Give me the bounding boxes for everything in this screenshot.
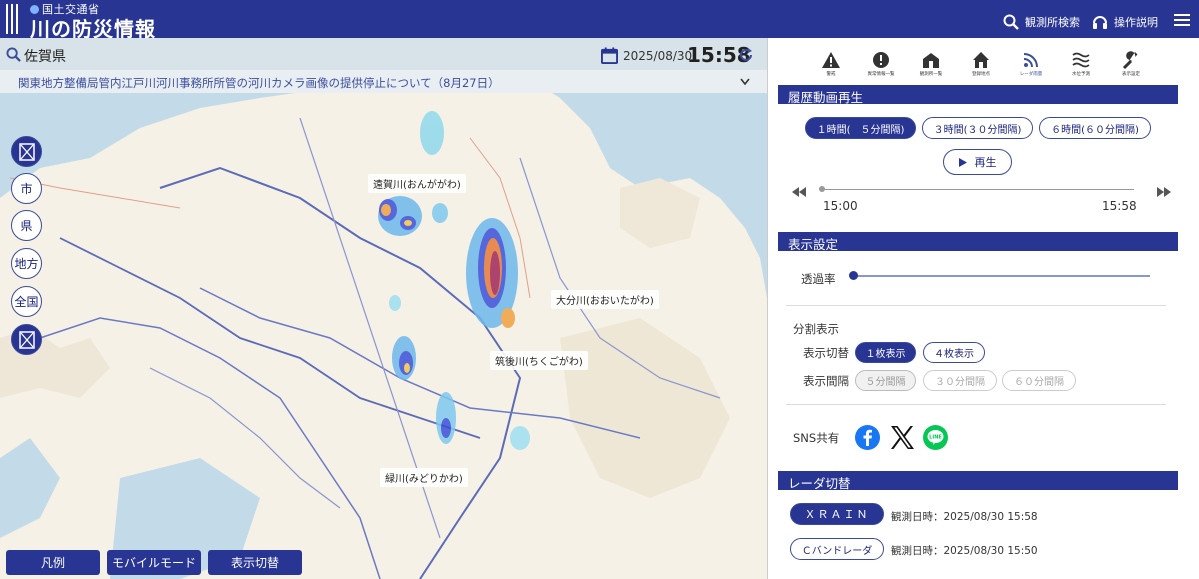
- search-icon[interactable]: [6, 47, 21, 62]
- section-header-history: 履歴動画再生: [778, 85, 1178, 105]
- toolbar-label: 警戒: [826, 72, 836, 77]
- history-6h-option[interactable]: ６時間(６０分間隔): [1039, 117, 1151, 139]
- location-bar: 佐賀県 2025/08/30 15:58: [0, 38, 767, 70]
- river-label-onga[interactable]: 遠賀川(おんががわ): [368, 174, 466, 193]
- cband-time: 観測日時：2025/08/30 15:50: [891, 545, 1038, 557]
- date-display: 2025/08/30: [623, 49, 693, 63]
- chevron-down-icon[interactable]: [740, 78, 750, 86]
- river-label-oita[interactable]: 大分川(おおいたがわ): [551, 290, 659, 309]
- rewind-icon[interactable]: [792, 187, 806, 197]
- opacity-slider-handle[interactable]: [849, 271, 858, 280]
- zoom-city-button[interactable]: 市: [11, 173, 42, 204]
- interval-30min-option[interactable]: ３０分間隔: [923, 370, 997, 391]
- toolbar-radar[interactable]: レーダ雨量: [1013, 51, 1049, 77]
- toolbar-label: 観測所一覧: [919, 72, 943, 77]
- side-panel: 警戒 異常情報一覧 観測所一覧 登録地点 レーダ雨量 水位予測 表示設定 履歴動…: [767, 38, 1199, 579]
- refresh-icon[interactable]: [738, 47, 754, 63]
- toolbar-label: 登録地点: [972, 72, 990, 77]
- opacity-label: 透過率: [801, 272, 836, 286]
- fast-forward-icon[interactable]: [1157, 187, 1171, 197]
- history-1h-option[interactable]: １時間( ５分間隔): [805, 117, 916, 139]
- app-header: 国土交通省 川の防災情報 観測所検索 操作説明: [0, 0, 1199, 41]
- toolbar-label: 異常情報一覧: [867, 72, 895, 77]
- xrain-time: 観測日時：2025/08/30 15:58: [891, 511, 1038, 523]
- zoom-prefecture-button[interactable]: 県: [11, 210, 42, 241]
- calendar-icon[interactable]: [601, 47, 618, 64]
- location-name[interactable]: 佐賀県: [24, 46, 66, 66]
- search-icon: [1003, 14, 1019, 30]
- xrain-button[interactable]: ＸＲＡＩＮ: [790, 503, 884, 525]
- layer-toggle-button[interactable]: [11, 324, 42, 355]
- home-icon: [973, 52, 989, 68]
- help-label: 操作説明: [1114, 16, 1158, 29]
- play-label: 再生: [974, 156, 997, 169]
- zoom-national-button[interactable]: 全国: [11, 286, 42, 317]
- map-view[interactable]: 遠賀川(おんががわ) 大分川(おおいたがわ) 筑後川(ちくごがわ) 緑川(みどり…: [0, 38, 767, 579]
- switch-label: 表示切替: [803, 346, 849, 360]
- toolbar-stations[interactable]: 観測所一覧: [913, 51, 949, 77]
- section-header-radar: レーダ切替: [778, 471, 1178, 491]
- divider: [786, 404, 1166, 405]
- warning-icon: [822, 52, 840, 68]
- sns-label: SNS共有: [793, 431, 840, 445]
- river-label-midori[interactable]: 緑川(みどりかわ): [380, 468, 468, 487]
- zoom-region-button[interactable]: 地方: [11, 248, 42, 279]
- hourglass-icon: [18, 330, 35, 349]
- x-twitter-icon[interactable]: [889, 425, 914, 450]
- hourglass-icon: [18, 142, 35, 161]
- opacity-slider[interactable]: [853, 275, 1150, 277]
- menu-icon[interactable]: [1174, 14, 1190, 26]
- interval-label: 表示間隔: [803, 374, 849, 388]
- timeline-handle[interactable]: [819, 186, 825, 192]
- play-button[interactable]: 再生: [943, 149, 1012, 175]
- camera-toggle-button[interactable]: [11, 136, 42, 167]
- station-icon: [923, 53, 939, 68]
- split-label: 分割表示: [793, 322, 839, 336]
- radar-icon: [1023, 53, 1038, 68]
- alert-circle-icon: [873, 52, 889, 68]
- station-search-label: 観測所検索: [1025, 16, 1080, 29]
- toolbar-water[interactable]: 水位予測: [1063, 51, 1099, 77]
- cband-button[interactable]: Ｃバンドレーダ: [790, 538, 884, 560]
- interval-5min-option[interactable]: ５分間隔: [855, 370, 916, 391]
- svg-text:LINE: LINE: [929, 435, 942, 441]
- divider: [786, 305, 1166, 306]
- water-wave-icon: [1072, 52, 1090, 68]
- toolbar-warning[interactable]: 警戒: [813, 51, 849, 77]
- mobile-mode-button[interactable]: モバイルモード: [107, 550, 201, 575]
- display-switch-button[interactable]: 表示切替: [208, 550, 302, 575]
- headset-icon: [1093, 16, 1107, 29]
- river-label-chikugo[interactable]: 筑後川(ちくごがわ): [490, 351, 588, 370]
- facebook-icon[interactable]: [855, 425, 880, 450]
- toolbar-home[interactable]: 登録地点: [963, 51, 999, 77]
- timeline-start: 15:00: [823, 199, 858, 213]
- history-3h-option[interactable]: ３時間(３０分間隔): [922, 117, 1033, 139]
- logo-bars: [6, 4, 20, 34]
- notice-banner[interactable]: 関東地方整備局管内江戸川河川事務所所管の河川カメラ画像の提供停止について（8月2…: [0, 70, 767, 93]
- station-search-button[interactable]: 観測所検索: [1003, 14, 1080, 30]
- legend-button[interactable]: 凡例: [6, 550, 100, 575]
- toolbar-label: 表示設定: [1122, 72, 1140, 77]
- toolbar-anomaly[interactable]: 異常情報一覧: [863, 51, 899, 77]
- timeline-track[interactable]: [822, 189, 1134, 190]
- toolbar: 警戒 異常情報一覧 観測所一覧 登録地点 レーダ雨量 水位予測 表示設定: [813, 51, 1149, 77]
- toolbar-label: 水位予測: [1072, 72, 1090, 77]
- notice-text[interactable]: 関東地方整備局管内江戸川河川事務所所管の河川カメラ画像の提供停止について（8月2…: [18, 76, 500, 90]
- toolbar-label: レーダ雨量: [1019, 72, 1043, 77]
- toolbar-settings[interactable]: 表示設定: [1113, 51, 1149, 77]
- timeline-end: 15:58: [1102, 199, 1137, 213]
- interval-60min-option[interactable]: ６０分間隔: [1002, 370, 1076, 391]
- section-header-display: 表示設定: [778, 232, 1178, 252]
- quad-view-option[interactable]: ４枚表示: [923, 342, 985, 363]
- wrench-icon: [1122, 51, 1138, 69]
- single-view-option[interactable]: １枚表示: [855, 342, 916, 363]
- help-button[interactable]: 操作説明: [1092, 14, 1158, 30]
- play-icon: [958, 157, 967, 167]
- line-icon[interactable]: LINE: [923, 425, 948, 450]
